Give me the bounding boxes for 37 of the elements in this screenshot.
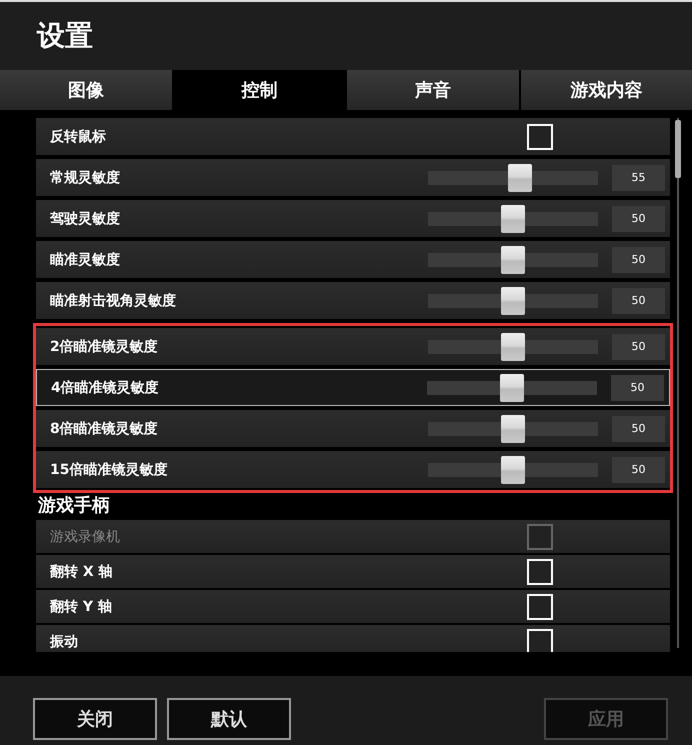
setting-label: 8倍瞄准镜灵敏度 xyxy=(50,420,159,438)
value-field[interactable]: 50 xyxy=(612,288,665,314)
setting-label: 驾驶灵敏度 xyxy=(50,210,121,228)
setting-label: 瞄准灵敏度 xyxy=(50,250,121,268)
slider-thumb[interactable] xyxy=(501,414,525,442)
slider-thumb[interactable] xyxy=(501,204,525,232)
value-field[interactable]: 55 xyxy=(612,164,665,190)
footer-button[interactable]: 关闭 xyxy=(33,698,157,740)
setting-label: 15倍瞄准镜灵敏度 xyxy=(50,460,168,478)
setting-label: 4倍瞄准镜灵敏度 xyxy=(51,378,160,396)
value-field[interactable]: 50 xyxy=(612,456,665,482)
slider-thumb[interactable] xyxy=(501,456,525,484)
setting-label: 振动 xyxy=(50,632,79,650)
setting-label: 游戏录像机 xyxy=(50,528,121,546)
value-field[interactable]: 50 xyxy=(611,374,664,400)
tab[interactable]: 游戏内容 xyxy=(520,70,692,110)
value-field[interactable]: 50 xyxy=(612,246,665,272)
scrollbar-thumb[interactable] xyxy=(675,120,681,178)
setting-label: 常规灵敏度 xyxy=(50,168,121,186)
value-field[interactable]: 50 xyxy=(612,334,665,360)
setting-label: 翻转 Y 轴 xyxy=(50,598,113,616)
slider-thumb[interactable] xyxy=(501,246,525,274)
tab[interactable]: 声音 xyxy=(347,70,518,110)
window-title: 设置 xyxy=(37,18,93,54)
tab[interactable]: 图像 xyxy=(0,70,172,110)
slider-thumb[interactable] xyxy=(500,374,524,402)
slider-thumb[interactable] xyxy=(501,286,525,314)
value-field[interactable]: 50 xyxy=(612,416,665,442)
setting-label: 2倍瞄准镜灵敏度 xyxy=(50,338,159,356)
setting-label: 反转鼠标 xyxy=(50,128,107,146)
footer-button[interactable]: 默认 xyxy=(167,698,291,740)
section-heading: 游戏手柄 xyxy=(36,495,111,517)
setting-label: 翻转 X 轴 xyxy=(50,562,114,580)
slider-thumb[interactable] xyxy=(501,332,525,360)
setting-label: 瞄准射击视角灵敏度 xyxy=(50,292,177,310)
slider-thumb[interactable] xyxy=(508,164,532,192)
value-field[interactable]: 50 xyxy=(612,206,665,232)
